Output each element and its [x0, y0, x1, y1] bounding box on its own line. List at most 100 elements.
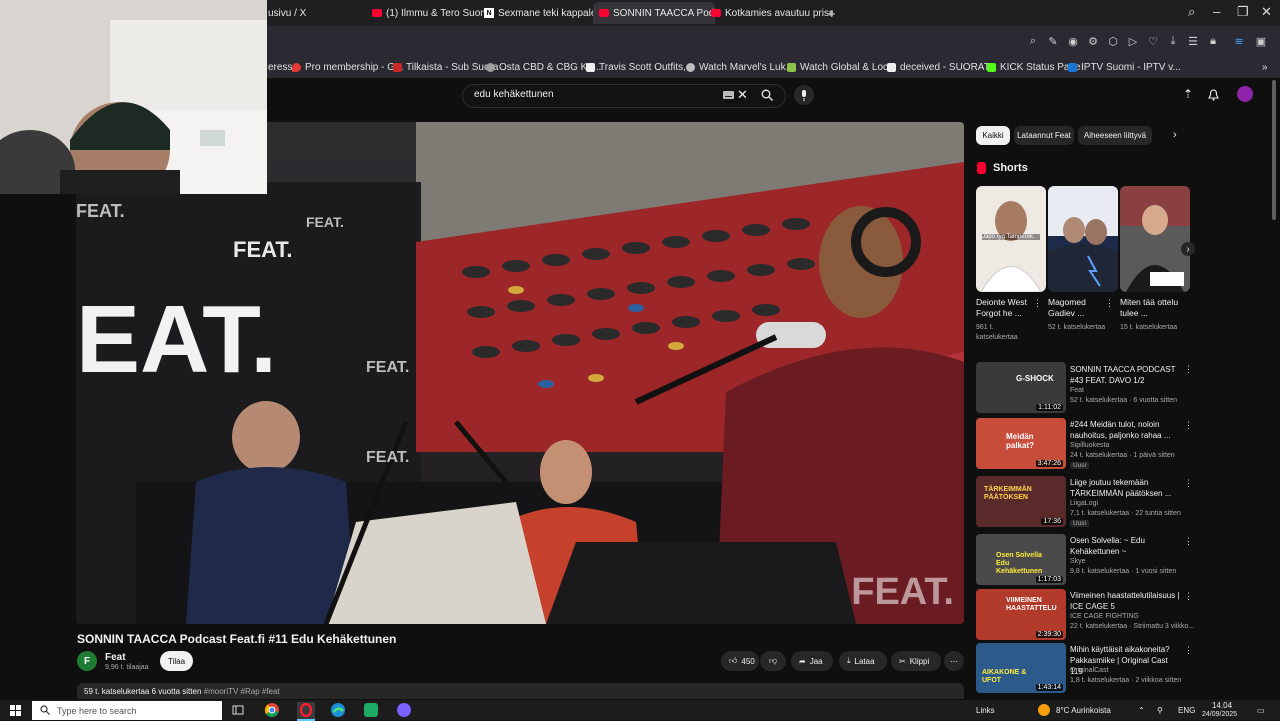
edge-icon[interactable] — [331, 703, 345, 717]
extension-blue-icon[interactable]: ≋ — [1232, 34, 1246, 48]
network-icon[interactable]: ⚲ — [1157, 706, 1163, 715]
recommendation-thumbnail[interactable]: TÄRKEIMMÄN PÄÄTÖKSEN 17:36 — [976, 476, 1066, 527]
chip-related[interactable]: Aiheeseen liittyvä — [1078, 126, 1152, 145]
recommendation-title[interactable]: SONNIN TAACCA PODCAST #43 FEAT. DAVO 1/2 — [1070, 364, 1182, 386]
recommendation-channel[interactable]: ICE CAGE FIGHTING — [1070, 613, 1139, 620]
short-thumbnail[interactable] — [1048, 186, 1118, 292]
notifications-bell-icon[interactable] — [1207, 88, 1220, 101]
tab-sonnin-taacca[interactable]: SONNIN TAACCA Pod — [593, 2, 715, 24]
recommendation-title[interactable]: Osen Solvella: ~ Edu Kehäkettunen ~ — [1070, 535, 1182, 557]
recommendation-thumbnail[interactable]: Meidän palkat? 3:47:26 — [976, 418, 1066, 469]
bookmark-item[interactable]: Watch Global & Loc... — [787, 58, 896, 76]
short-title[interactable]: Miten tää ottelu tulee ... — [1120, 297, 1180, 319]
heart-icon[interactable]: ♡ — [1146, 34, 1160, 48]
settings-icon[interactable]: ⚙ — [1086, 34, 1100, 48]
short-thumbnail[interactable]: Jäpö ryg Tamperek. — [976, 186, 1046, 292]
taskbar-links[interactable]: Links — [976, 706, 995, 715]
recommendation-channel[interactable]: OriginalCast — [1070, 667, 1109, 674]
spreadsheet-app-icon[interactable] — [364, 703, 378, 717]
weather-text[interactable]: 8°C Aurinkoista — [1056, 706, 1111, 715]
recommendation-thumbnail[interactable]: G-SHOCK 1:11:02 — [976, 362, 1066, 413]
subscribe-button[interactable]: Tilaa — [160, 651, 193, 671]
bookmark-item[interactable]: Pro membership - G... — [292, 58, 403, 76]
avatar[interactable] — [1237, 86, 1253, 102]
channel-name[interactable]: Feat — [105, 652, 126, 663]
more-vert-icon[interactable]: ⋮ — [1184, 420, 1193, 431]
more-vert-icon[interactable]: ⋮ — [1184, 645, 1193, 656]
clip-button[interactable]: ✂ Klippi — [891, 651, 941, 671]
recommendation-title[interactable]: Liige joutuu tekemään TÄRKEIMMÄN päätöks… — [1070, 477, 1182, 499]
scrollbar-thumb[interactable] — [1272, 80, 1276, 220]
opera-icon[interactable] — [297, 702, 315, 721]
bookmark-item[interactable]: Travis Scott Outfits,... — [586, 58, 694, 76]
short-title[interactable]: Deionte West Forgot he ... — [976, 297, 1036, 319]
close-icon[interactable]: ✕ — [1261, 4, 1272, 20]
bookmark-item[interactable]: Watch Marvel's Luk... — [686, 58, 794, 76]
short-title[interactable]: Magomed Gadiev ... — [1048, 297, 1108, 319]
bookmark-item[interactable]: KICK Status Page — [987, 58, 1081, 76]
microphone-icon[interactable] — [794, 85, 814, 105]
new-tab-icon[interactable]: + — [822, 2, 850, 24]
tab-x[interactable]: usivu / X — [262, 2, 362, 24]
camera-icon[interactable]: ◉ — [1066, 34, 1080, 48]
profile-icon[interactable]: ▣ — [1254, 34, 1268, 48]
recommendation-channel[interactable]: Feat — [1070, 387, 1084, 394]
recommendation-thumbnail[interactable]: AIKAKONE & UFOT 1:43:14 — [976, 643, 1066, 693]
chip-all[interactable]: Kaikki — [976, 126, 1010, 145]
notifications-icon[interactable]: ▭ — [1257, 706, 1265, 715]
maximize-icon[interactable]: ❐ — [1237, 4, 1249, 20]
clock-time[interactable]: 14.04 — [1212, 701, 1232, 710]
page-scrollbar[interactable] — [1270, 80, 1278, 680]
dislike-button[interactable]: 👎︎ — [760, 651, 786, 671]
more-vert-icon[interactable]: ⋮ — [1184, 364, 1193, 375]
recommendation-title[interactable]: #244 Meidän tulot, noloin nauhoitus, pal… — [1070, 419, 1182, 441]
description-tags[interactable]: #mooriTV #Rap #feat — [204, 687, 280, 696]
extension-icon[interactable]: ⬡ — [1106, 34, 1120, 48]
task-view-icon[interactable] — [232, 704, 244, 716]
clear-search-icon[interactable]: ✕ — [736, 87, 749, 102]
bookmarks-overflow-icon[interactable]: » — [1262, 58, 1268, 76]
tab-youtube-ilmmu[interactable]: (1) Ilmmu & Tero Suomin — [366, 2, 490, 24]
more-vert-icon[interactable]: ⋮ — [1184, 478, 1193, 489]
search-tabs-icon[interactable]: ⌕ — [1188, 4, 1195, 20]
tray-overflow-icon[interactable]: ⌃ — [1138, 706, 1145, 715]
minimize-icon[interactable]: – — [1213, 4, 1220, 19]
chip-uploaded-by-feat[interactable]: Lataannut Feat — [1014, 126, 1074, 145]
more-vert-icon[interactable]: ⋮ — [1033, 298, 1042, 309]
like-button[interactable]: 👍︎ 450 — [721, 651, 759, 671]
play-icon[interactable]: ▷ — [1126, 34, 1140, 48]
keyboard-icon[interactable] — [722, 89, 734, 101]
more-vert-icon[interactable]: ⋮ — [1184, 536, 1193, 547]
upload-icon[interactable]: ⇡ — [1182, 87, 1194, 101]
video-player[interactable]: EAT. FEAT. FEAT. FEAT. FEAT. FEAT. FEAT. — [76, 122, 964, 624]
windows-start-icon[interactable] — [10, 705, 21, 716]
input-language[interactable]: ENG — [1178, 706, 1195, 715]
bookmark-item[interactable]: Osta CBD & CBG Ke... — [486, 58, 601, 76]
recommendation-channel[interactable]: LiigaLogi — [1070, 500, 1098, 507]
recommendation-title[interactable]: Viimeinen haastattelutilaisuus | ICE CAG… — [1070, 590, 1182, 612]
edit-icon[interactable]: ✎ — [1046, 34, 1060, 48]
bookmark-item[interactable]: IPTV Suomi - IPTV v... — [1068, 58, 1181, 76]
recommendation-thumbnail[interactable]: Osen Solvella Edu Kehäkettunen 1:17:03 — [976, 534, 1066, 585]
tab-sexmane[interactable]: N Sexmane teki kappaleen — [478, 2, 604, 24]
bookmark-item[interactable]: Tilkaista - Sub Suora — [393, 58, 498, 76]
recommendation-thumbnail[interactable]: VIIMEINEN HAASTATTELU 2:39:30 — [976, 589, 1066, 640]
more-actions-icon[interactable]: ⋯ — [944, 651, 964, 671]
list-icon[interactable]: ☰ — [1186, 34, 1200, 48]
download-icon[interactable]: ⤓ — [1166, 34, 1180, 48]
tab-kotkamies[interactable]: Kotkamies avautuu prism — [705, 2, 833, 24]
chrome-icon[interactable] — [265, 703, 279, 717]
shorts-next-chevron-icon[interactable]: › — [1181, 242, 1195, 256]
search-icon[interactable]: ⌕ — [1026, 34, 1040, 48]
recommendation-channel[interactable]: Skye — [1070, 558, 1086, 565]
lock-icon[interactable]: 🔒︎ — [1206, 34, 1220, 48]
more-vert-icon[interactable]: ⋮ — [1105, 298, 1114, 309]
channel-avatar[interactable]: F — [77, 651, 97, 671]
bookmark-item[interactable]: deceived - SUORAT... — [887, 58, 997, 76]
share-button[interactable]: ➦ Jaa — [791, 651, 833, 671]
download-button[interactable]: ⤓ Lataa — [839, 651, 887, 671]
bookmark-partial[interactable]: eress — [268, 58, 292, 76]
clock-date[interactable]: 24/09/2025 — [1202, 711, 1237, 718]
recommendation-channel[interactable]: Sipilluokesta — [1070, 442, 1109, 449]
more-vert-icon[interactable]: ⋮ — [1184, 591, 1193, 602]
